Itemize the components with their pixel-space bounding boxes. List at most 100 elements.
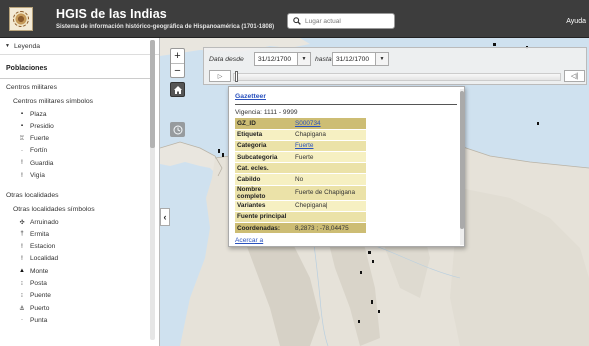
gazetteer-key: Cat. ecles.: [235, 162, 293, 175]
scrollbar-thumb[interactable]: [150, 40, 155, 148]
date-to-dropdown[interactable]: ▼: [376, 52, 389, 66]
divider: [0, 78, 150, 79]
search-input[interactable]: Lugar actual: [287, 13, 395, 29]
date-from-field[interactable]: 31/12/1700: [254, 52, 298, 66]
legend-item: ♖ Fuerte: [18, 134, 49, 144]
legend-item-label: Estacion: [30, 243, 56, 251]
gazetteer-row: Etiqueta Chapigana: [235, 129, 366, 141]
gazetteer-key: Coordenadas:: [235, 222, 293, 235]
legend-item-label: Guardia: [30, 159, 54, 167]
zoom-out-button[interactable]: −: [171, 63, 184, 77]
gazetteer-row: Cabildo No: [235, 173, 366, 186]
section-title: Poblaciones: [6, 65, 48, 72]
gazetteer-popup: Gazetteer Vigencia: 1111 - 9999 GZ_ID S00…: [228, 86, 465, 247]
timeline-slider-handle[interactable]: [235, 71, 238, 82]
legend-item: · Fortín: [18, 146, 47, 156]
legend-item-label: Vigía: [30, 172, 45, 179]
app-title: HGIS de las Indias: [56, 7, 167, 21]
scrollbar-thumb[interactable]: [460, 91, 464, 229]
sidebar-scrollbar[interactable]: [150, 40, 155, 340]
gazetteer-value: [293, 211, 366, 224]
divider: [235, 104, 457, 105]
play-icon: ▷: [217, 73, 223, 80]
help-link[interactable]: Ayuda: [566, 18, 586, 25]
zoom-to-link[interactable]: Acercar a: [235, 237, 263, 244]
gazetteer-title-link[interactable]: Gazetteer: [235, 93, 266, 100]
caret-down-icon: ▼: [301, 56, 307, 62]
gazetteer-row: Nombre completo Fuerte de Chapigana: [235, 185, 366, 201]
gazetteer-key: Etiqueta: [235, 129, 293, 141]
gazetteer-row: Subcategoria Fuerte: [235, 151, 366, 164]
legend-item-label: Posta: [30, 280, 47, 287]
gazetteer-table: GZ_ID S000734 Etiqueta Chapigana Categoria Fu…: [235, 118, 366, 235]
gazetteer-value: Chapigana: [293, 129, 366, 141]
guardia-icon: ǃ: [21, 160, 23, 167]
legend-item: ▪ Presidio: [18, 121, 54, 131]
gazetteer-value: Fuerte: [293, 140, 366, 153]
gazetteer-row: Variantes Chepigana|: [235, 200, 366, 212]
gazetteer-value: 8,2873 ; -78,04475: [293, 222, 366, 235]
legend-item: ǃ Guardia: [18, 158, 53, 168]
legend-item-label: Monte: [30, 267, 49, 275]
date-from-label: Data desde: [209, 56, 244, 63]
caret-down-icon: ▼: [379, 56, 385, 62]
gazetteer-row: Categoria Fuerte: [235, 140, 366, 153]
chevron-left-icon: ‹: [163, 212, 167, 222]
gazetteer-value: Fuerte de Chapigana: [293, 185, 366, 201]
gazetteer-value: Fuerte: [293, 151, 366, 164]
legend-item-label: Puerto: [30, 304, 50, 312]
gazetteer-key: Cabildo: [235, 173, 293, 186]
zoom-in-button[interactable]: +: [171, 49, 184, 63]
group-subtitle-military: Centros militares símbolos: [13, 98, 94, 105]
gazetteer-value: S000734: [293, 118, 366, 130]
gazetteer-value: No: [293, 173, 366, 186]
monte-icon: ▲: [19, 268, 25, 275]
estacion-icon: ǃ: [21, 243, 23, 250]
legend-item-label: Presidio: [30, 122, 54, 130]
fuerte-icon: ♖: [19, 136, 25, 143]
legend-item-label: Ermita: [30, 230, 50, 238]
rewind-button[interactable]: ◁|: [564, 70, 585, 82]
zoom-control: + −: [170, 48, 185, 78]
date-to-field[interactable]: 31/12/1700: [332, 52, 376, 66]
puerto-icon: ⚓: [19, 305, 25, 312]
popup-scrollbar[interactable]: [460, 89, 464, 245]
legend-item: ⁝ Puente: [18, 291, 51, 301]
legend-item-label: Plaza: [30, 110, 47, 118]
gazetteer-key: Nombre completo: [235, 185, 293, 201]
clock-icon: [173, 125, 182, 134]
punta-icon: ·: [21, 317, 23, 324]
legend-item: ǃ Vigía: [18, 171, 45, 181]
presidio-icon: ▪: [20, 123, 24, 130]
ermita-icon: †: [20, 231, 24, 238]
legend-item: ⚓ Puerto: [18, 303, 49, 313]
timeline-bar: Data desde 31/12/1700 ▼ hasta 31/12/1700…: [203, 47, 587, 85]
legend-item-label: Punta: [30, 316, 48, 324]
group-title-military: Centros militares: [6, 84, 57, 91]
app-header: HGIS de las Indias Sistema de informació…: [0, 0, 589, 38]
search-placeholder: Lugar actual: [305, 17, 341, 25]
localidad-icon: ǃ: [21, 255, 23, 262]
collapse-sidebar-button[interactable]: ‹: [160, 208, 170, 226]
date-from-dropdown[interactable]: ▼: [298, 52, 311, 66]
plaza-icon: ▪: [20, 111, 24, 117]
gazetteer-row: Coordenadas: 8,2873 ; -78,04475: [235, 222, 366, 235]
home-button[interactable]: [170, 82, 185, 97]
gazetteer-value: [293, 162, 366, 175]
timeline-slider[interactable]: [233, 73, 561, 81]
legend-item-label: Puente: [30, 292, 51, 300]
play-button[interactable]: ▷: [209, 70, 231, 82]
gazetteer-value: Chepigana|: [293, 200, 366, 212]
gazetteer-value-link[interactable]: S000734: [295, 120, 321, 127]
app-subtitle: Sistema de información histórico-geográf…: [56, 24, 275, 30]
legend-item-label: Arruinado: [30, 218, 59, 226]
vigencia-text: Vigencia: 1111 - 9999: [235, 109, 298, 116]
gazetteer-value-link[interactable]: Fuerte: [295, 142, 313, 149]
legend-item: ǃ Estacion: [18, 242, 55, 252]
app-logo: [9, 7, 33, 31]
timeline-toggle-button[interactable]: [170, 122, 185, 137]
group-subtitle-other: Otras localidades símbolos: [13, 206, 95, 213]
legend-sidebar: ▼ Leyenda Poblaciones Centros militares …: [0, 38, 160, 346]
legend-header[interactable]: ▼ Leyenda: [0, 38, 159, 55]
group-title-other: Otras localidades: [6, 192, 59, 199]
